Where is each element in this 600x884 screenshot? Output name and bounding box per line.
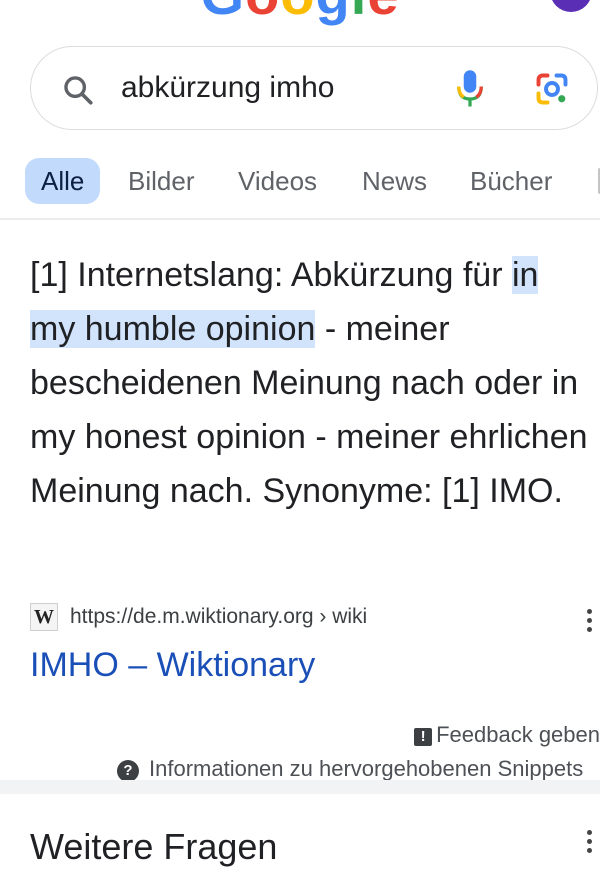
tab-buecher[interactable]: Bücher (470, 158, 552, 204)
wiktionary-favicon-icon: W (30, 603, 58, 631)
snippet-text: [1] Internetslang: Abkürzung für (30, 256, 512, 294)
search-tabs: Alle Bilder Videos News Bücher (0, 152, 600, 212)
logo-letter: g (316, 0, 351, 27)
snippet-info-link[interactable]: ? Informationen zu hervorgehobenen Snippe… (117, 756, 583, 782)
mic-icon[interactable] (455, 69, 485, 109)
help-icon: ? (117, 760, 139, 782)
logo-letter: e (367, 0, 399, 27)
tab-videos[interactable]: Videos (238, 158, 317, 204)
feedback-button[interactable]: ! Feedback geben (414, 722, 600, 748)
logo-letter: l (351, 0, 368, 27)
google-logo: Google (0, 0, 600, 27)
logo-letter: o (280, 0, 315, 27)
source-url[interactable]: https://de.m.wiktionary.org › wiki (70, 605, 367, 629)
search-input[interactable]: abkürzung imho (121, 71, 334, 105)
logo-letter: G (201, 0, 246, 27)
feedback-label: Feedback geben (436, 722, 600, 747)
source-row[interactable]: W https://de.m.wiktionary.org › wiki (30, 603, 600, 637)
tab-bilder[interactable]: Bilder (128, 158, 194, 204)
section-separator (0, 780, 600, 794)
featured-snippet-text: [1] Internetslang: Abkürzung für in my h… (30, 248, 590, 518)
feedback-icon: ! (414, 728, 433, 746)
more-options-icon[interactable] (587, 609, 593, 636)
search-bar[interactable]: abkürzung imho (30, 46, 598, 130)
logo-letter: o (245, 0, 280, 27)
tab-alle[interactable]: Alle (25, 158, 101, 204)
tab-news[interactable]: News (362, 158, 427, 204)
result-title-link[interactable]: IMHO – Wiktionary (30, 646, 315, 685)
info-label: Informationen zu hervorgehobenen Snippet… (149, 756, 584, 781)
more-options-icon[interactable] (587, 830, 593, 857)
more-questions-heading: Weitere Fragen (30, 826, 278, 867)
search-icon[interactable] (61, 73, 95, 107)
lens-icon[interactable] (534, 71, 570, 107)
divider (0, 218, 600, 220)
